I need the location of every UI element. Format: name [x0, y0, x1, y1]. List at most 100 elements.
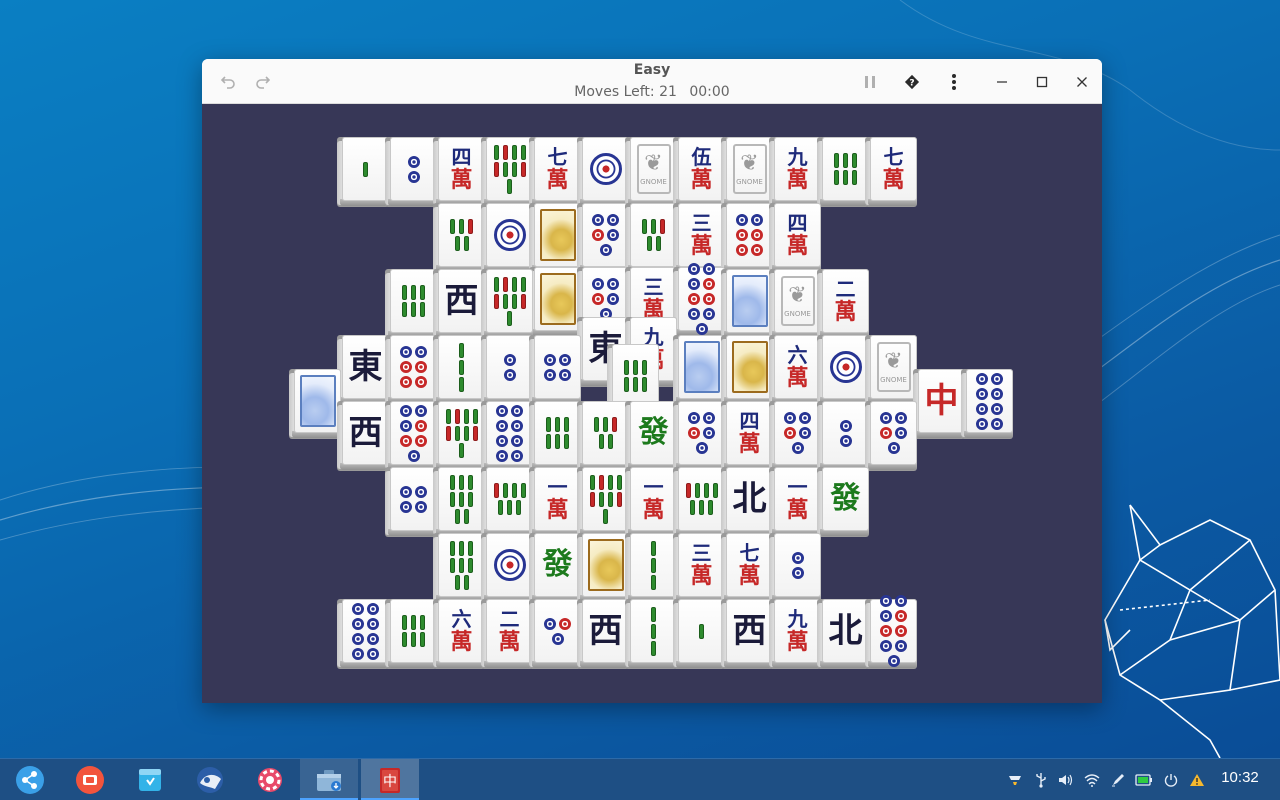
mahjong-tile[interactable] [481, 335, 533, 405]
mahjong-tile[interactable]: 三萬 [673, 533, 725, 603]
minimize-button[interactable] [987, 67, 1017, 97]
mahjong-tile[interactable]: 伍萬 [673, 137, 725, 207]
mahjong-tile[interactable] [721, 203, 773, 273]
mahjong-tile[interactable] [529, 267, 581, 337]
mahjong-tile[interactable]: ❦ GNOME [865, 335, 917, 405]
mahjong-tile[interactable] [529, 599, 581, 669]
mahjong-tile[interactable]: ❦ GNOME [721, 137, 773, 207]
mahjong-tile[interactable]: ❦ GNOME [769, 269, 821, 339]
mahjong-tile[interactable] [625, 203, 677, 273]
mahjong-tile[interactable] [673, 467, 725, 537]
mahjong-tile[interactable]: 北 [817, 599, 869, 669]
hint-button[interactable]: ? [897, 67, 927, 97]
mahjong-tile[interactable] [433, 203, 485, 273]
warning-tray[interactable] [1188, 771, 1206, 789]
mahjong-tile[interactable]: 九萬 [769, 599, 821, 669]
mahjong-tile[interactable]: ❦ GNOME [625, 137, 677, 207]
mahjong-tile[interactable] [337, 137, 389, 207]
mahjong-tile[interactable] [721, 269, 773, 339]
mahjong-tile[interactable]: 六萬 [433, 599, 485, 669]
mail-button[interactable] [194, 764, 226, 796]
mahjong-tile[interactable] [577, 467, 629, 537]
mahjong-tile[interactable] [673, 401, 725, 471]
mahjong-tile[interactable] [865, 595, 917, 669]
settings-button[interactable] [254, 764, 286, 796]
mahjong-tile[interactable] [481, 203, 533, 273]
mahjong-tile[interactable]: 一萬 [769, 467, 821, 537]
mahjong-tile[interactable]: 四萬 [769, 203, 821, 273]
undo-button[interactable] [213, 67, 243, 97]
mahjong-tile[interactable] [481, 137, 533, 207]
mahjong-tile[interactable] [385, 269, 437, 339]
battery-tray[interactable] [1135, 771, 1153, 789]
mahjong-tile[interactable]: 西 [721, 599, 773, 669]
mahjong-tile[interactable]: 西 [433, 269, 485, 339]
mahjong-tile[interactable]: 一萬 [625, 467, 677, 537]
mahjong-tile[interactable] [673, 335, 725, 405]
mahjong-tile[interactable]: 九萬 [769, 137, 821, 207]
volume-tray[interactable] [1057, 771, 1075, 789]
mahjong-tile[interactable]: 東 [337, 335, 389, 405]
mahjong-tile[interactable] [625, 599, 677, 669]
mahjong-tile[interactable]: 西 [337, 401, 389, 471]
mahjong-tile[interactable]: 七萬 [721, 533, 773, 603]
network-status-tray[interactable] [1006, 771, 1024, 789]
mahjong-tile[interactable]: 發 [625, 401, 677, 471]
mahjong-tile[interactable] [673, 263, 725, 337]
mahjong-tile[interactable] [769, 533, 821, 603]
mahjong-tile[interactable]: 發 [529, 533, 581, 603]
power-tray[interactable] [1162, 771, 1180, 789]
mahjong-tile[interactable] [625, 533, 677, 603]
mahjong-tile[interactable] [817, 335, 869, 405]
mahjong-tile[interactable] [385, 401, 437, 471]
mahjong-tile[interactable]: 四萬 [721, 401, 773, 471]
maximize-button[interactable] [1027, 67, 1057, 97]
mahjong-tile[interactable] [433, 335, 485, 405]
mahjong-tile[interactable] [481, 269, 533, 339]
mahjong-tile[interactable] [481, 401, 533, 471]
mahjong-tile[interactable] [385, 599, 437, 669]
mahjong-tile[interactable] [769, 401, 821, 471]
mahjong-tile[interactable] [673, 599, 725, 669]
mahjong-tile[interactable]: 七萬 [529, 137, 581, 207]
mahjong-tile[interactable] [961, 369, 1013, 439]
mahjong-tile[interactable] [577, 137, 629, 207]
app-store-button[interactable] [134, 764, 166, 796]
mahjong-tile[interactable] [817, 401, 869, 471]
mahjong-tile[interactable]: 中 [913, 369, 965, 439]
mahjong-tile[interactable] [385, 335, 437, 405]
redo-button[interactable] [248, 67, 278, 97]
mahjong-tile[interactable] [529, 203, 581, 273]
mahjong-tile[interactable]: 一萬 [529, 467, 581, 537]
mahjong-tile[interactable] [481, 533, 533, 603]
mahjong-tile[interactable] [481, 467, 533, 537]
mahjong-tile[interactable] [385, 137, 437, 207]
mahjong-tile[interactable] [817, 137, 869, 207]
mahjongg-taskbar-button[interactable]: 中 [374, 764, 406, 796]
mahjong-tile[interactable] [289, 369, 341, 439]
launcher-button[interactable] [14, 764, 46, 796]
mahjong-tile[interactable] [721, 335, 773, 405]
pause-button[interactable] [855, 67, 885, 97]
mahjong-tile[interactable] [529, 401, 581, 471]
mahjong-tile[interactable]: 七萬 [865, 137, 917, 207]
pen-tray[interactable] [1109, 771, 1127, 789]
usb-tray[interactable] [1032, 771, 1050, 789]
mahjong-tile[interactable] [577, 533, 629, 603]
main-menu-button[interactable] [939, 67, 969, 97]
mahjong-tile[interactable] [433, 533, 485, 603]
mahjong-tile[interactable] [337, 599, 389, 669]
mahjong-tile[interactable]: 發 [817, 467, 869, 537]
screen-recorder-button[interactable] [74, 764, 106, 796]
mahjong-tile[interactable] [385, 467, 437, 537]
mahjong-tile[interactable] [529, 335, 581, 405]
mahjong-tile[interactable] [433, 467, 485, 537]
mahjong-tile[interactable]: 二萬 [481, 599, 533, 669]
close-button[interactable] [1067, 67, 1097, 97]
wifi-tray[interactable] [1083, 771, 1101, 789]
mahjong-tile[interactable]: 北 [721, 467, 773, 537]
mahjong-tile[interactable]: 西 [577, 599, 629, 669]
game-board[interactable]: 四萬七萬❦GNOME伍萬❦GNOME九萬七萬三萬四萬三萬西❦GNOME二萬東九萬… [202, 104, 1102, 703]
mahjong-tile[interactable] [577, 401, 629, 471]
mahjong-tile[interactable] [865, 401, 917, 471]
